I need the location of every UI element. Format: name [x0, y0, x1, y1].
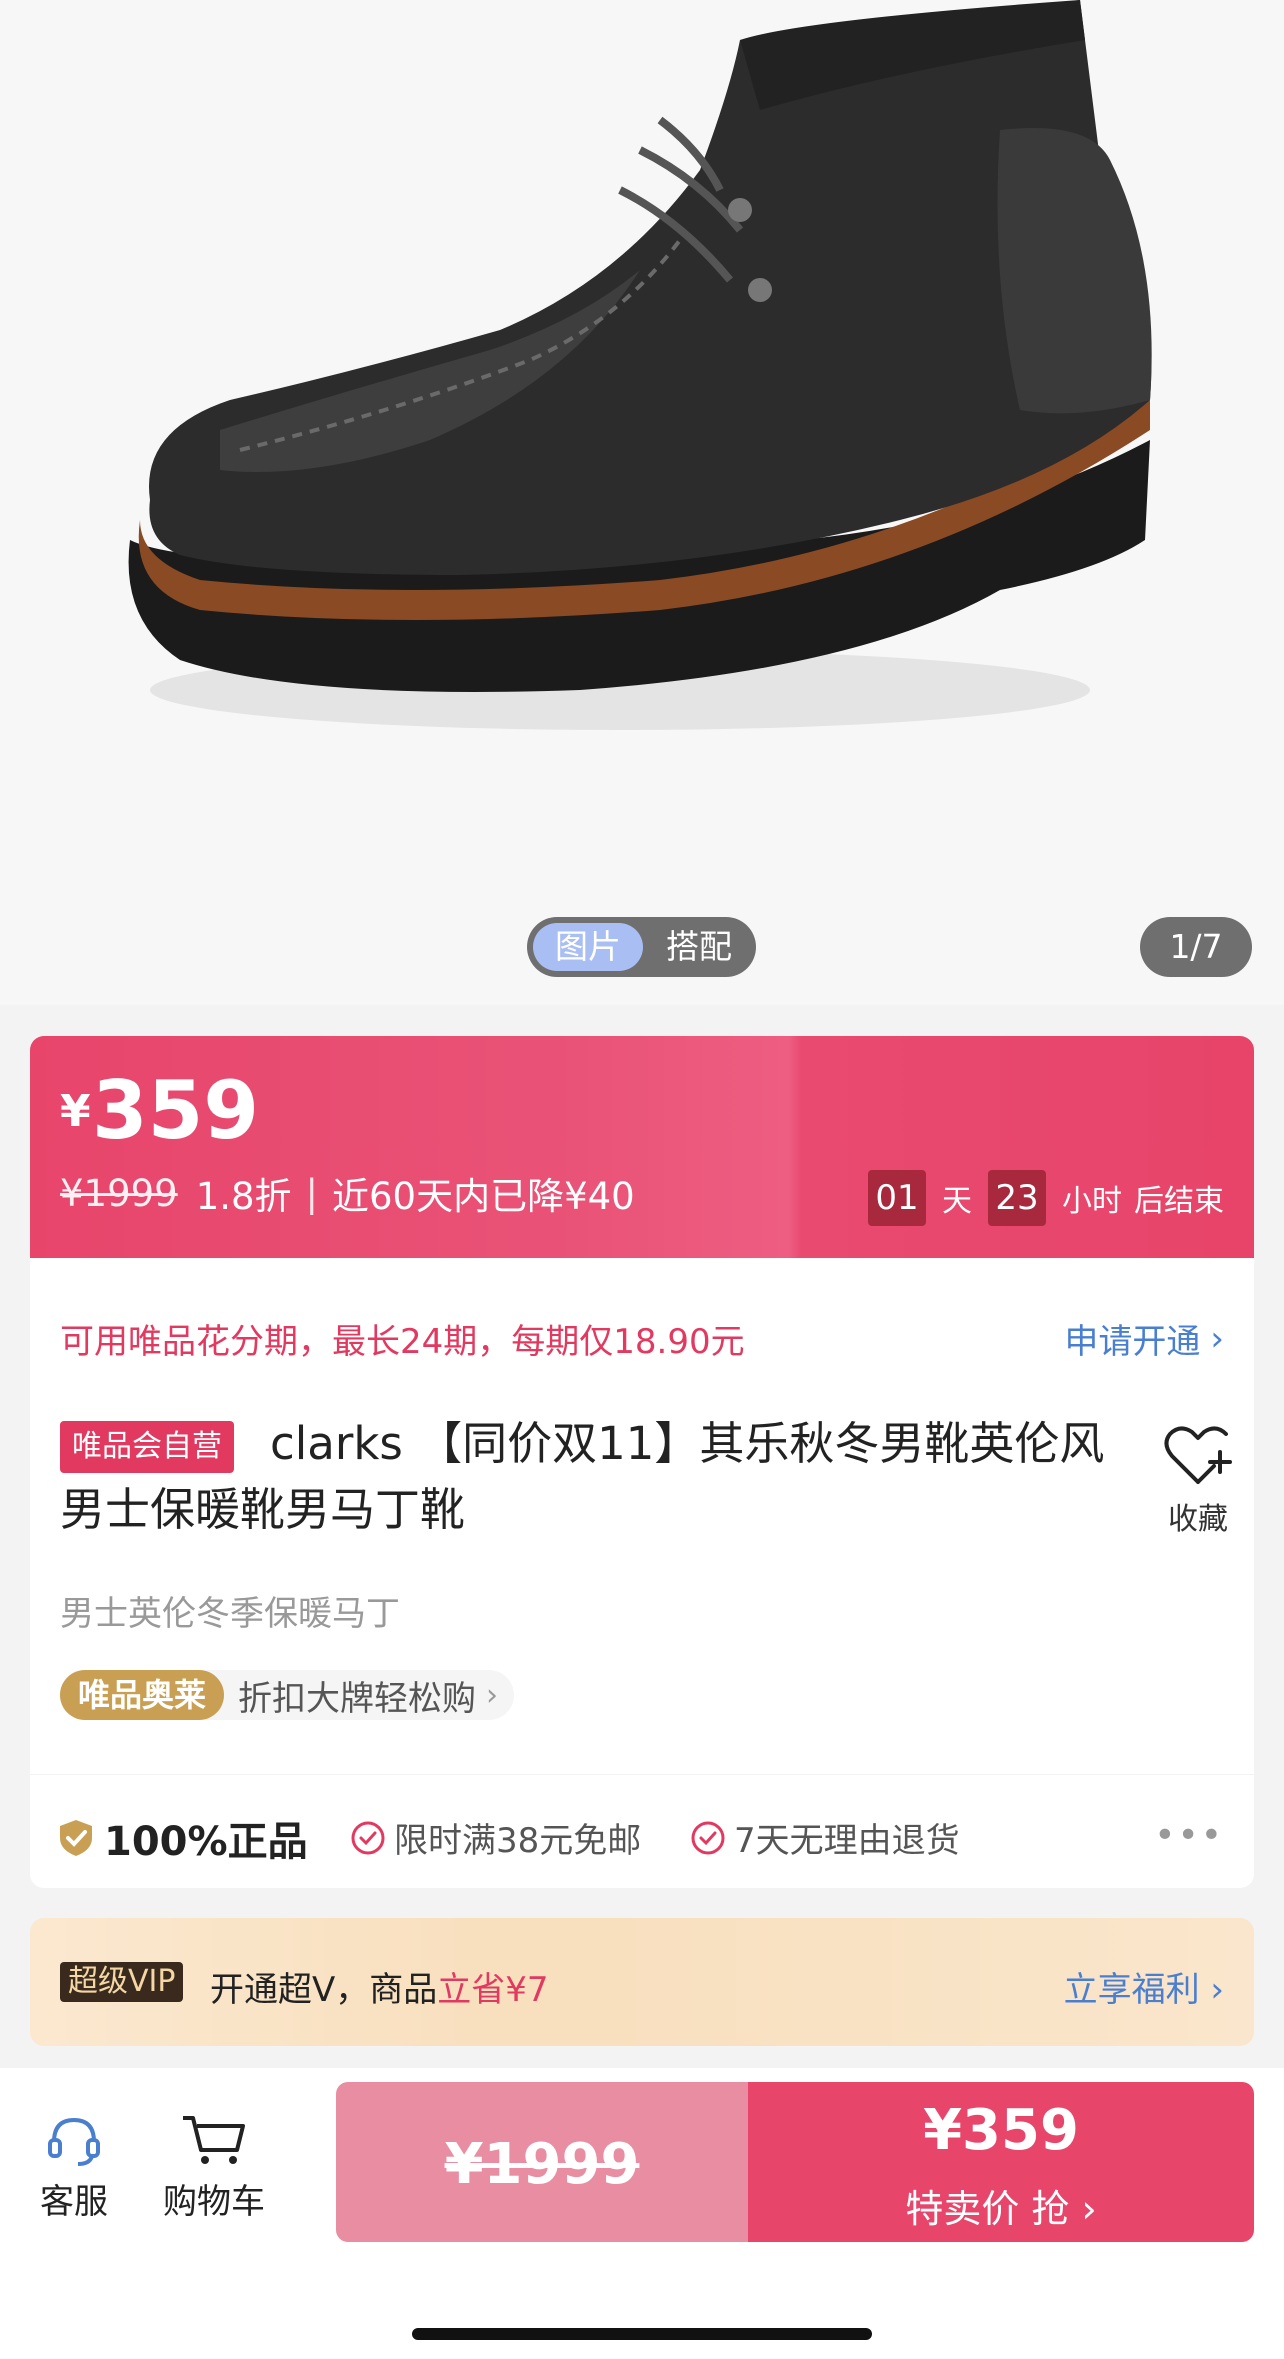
chevron-right-icon: ›: [486, 1677, 499, 1713]
countdown-suffix: 后结束: [1134, 1184, 1224, 1219]
price-drop-note: 近60天内已降¥40: [332, 1175, 635, 1218]
product-gallery[interactable]: 图片 搭配 1/7: [0, 0, 1284, 1005]
bottom-action-bar: 客服 购物车 ¥1999 ¥359 特卖价 抢 ›: [0, 2068, 1284, 2359]
outlet-badge: 唯品奥莱: [60, 1670, 225, 1720]
buy-now-label: 特卖价 抢 ›: [905, 2187, 1097, 2231]
home-indicator: [412, 2328, 872, 2340]
current-price: 359: [92, 1064, 259, 1157]
product-subtitle: 男士英伦冬季保暖马丁: [60, 1594, 400, 1634]
self-operated-badge: 唯品会自营: [60, 1421, 234, 1473]
cart-label: 购物车: [163, 2182, 265, 2222]
genuine-guarantee: 100%正品: [58, 1809, 308, 1867]
check-circle-icon: [351, 1821, 385, 1854]
vip-promo-bar[interactable]: 超级VIP 开通超V，商品立省¥7 立享福利 ›: [30, 1918, 1254, 2046]
product-image: [128, 0, 1152, 730]
customer-service-button[interactable]: 客服: [14, 2112, 134, 2223]
apply-installment-link[interactable]: 申请开通 ›: [1064, 1314, 1224, 1363]
buy-now-button[interactable]: ¥359 特卖价 抢 ›: [748, 2082, 1254, 2242]
vip-savings: 立省¥7: [437, 1970, 549, 2010]
tab-outfits[interactable]: 搭配: [647, 923, 751, 971]
vip-promo-text: 开通超V，商品立省¥7: [210, 1962, 549, 2011]
apply-installment-label: 申请开通: [1064, 1322, 1201, 1362]
free-shipping-guarantee: 限时满38元免邮: [350, 1813, 641, 1862]
more-icon[interactable]: •••: [1154, 1815, 1224, 1856]
original-price-button-label: ¥1999: [444, 2132, 640, 2197]
super-vip-badge: 超级VIP: [60, 1962, 184, 2002]
image-counter: 1/7: [1140, 917, 1252, 977]
shield-check-icon: [60, 1820, 92, 1856]
price-separator: |: [305, 1171, 319, 1215]
returns-text: 7天无理由退货: [734, 1821, 960, 1861]
chevron-right-icon: ›: [1210, 1318, 1224, 1359]
guarantee-row[interactable]: 100%正品 限时满38元免邮 7天无理由退货 •••: [30, 1774, 1254, 1888]
favorite-label: 收藏: [1168, 1502, 1228, 1537]
genuine-text: 100%正品: [104, 1819, 308, 1865]
installment-info: 可用唯品花分期，最长24期，每期仅18.90元: [60, 1322, 745, 1362]
cart-icon: [183, 2116, 245, 2164]
countdown-days: 01: [868, 1170, 926, 1226]
favorite-button[interactable]: 收藏: [1138, 1422, 1254, 1538]
countdown-hours: 23: [988, 1170, 1046, 1226]
original-price-button[interactable]: ¥1999: [336, 2082, 748, 2242]
price-banner: ¥ 359 ¥1999 1.8折 | 近60天内已降¥40 01 天 23 小时…: [30, 1036, 1254, 1258]
cart-button[interactable]: 购物车: [154, 2112, 274, 2223]
vip-promo-lead: 开通超V，商品: [210, 1970, 438, 2010]
currency-symbol: ¥: [60, 1086, 91, 1137]
vip-benefits-link[interactable]: 立享福利 ›: [1064, 1962, 1224, 2011]
tab-photos[interactable]: 图片: [533, 923, 643, 971]
check-circle-icon: [691, 1821, 725, 1854]
discount-rate: 1.8折: [195, 1175, 292, 1218]
countdown-hours-unit: 小时: [1062, 1184, 1122, 1219]
countdown-timer: 01 天 23 小时 后结束: [868, 1170, 1224, 1226]
outlet-text: 折扣大牌轻松购: [238, 1678, 477, 1719]
purchase-buttons: ¥1999 ¥359 特卖价 抢 ›: [336, 2082, 1254, 2242]
outlet-promo-tag[interactable]: 唯品奥莱 折扣大牌轻松购 ›: [60, 1670, 515, 1720]
countdown-days-unit: 天: [942, 1184, 972, 1219]
heart-plus-icon: [1164, 1426, 1232, 1484]
original-price: ¥1999: [60, 1171, 178, 1215]
product-info-card: ¥ 359 ¥1999 1.8折 | 近60天内已降¥40 01 天 23 小时…: [30, 1036, 1254, 1888]
headset-icon: [48, 2117, 100, 2166]
customer-service-label: 客服: [40, 2182, 108, 2222]
price-detail-line: ¥1999 1.8折 | 近60天内已降¥40: [60, 1168, 635, 1219]
gallery-toggle: 图片 搭配: [527, 917, 756, 977]
returns-guarantee: 7天无理由退货: [690, 1813, 960, 1862]
free-shipping-text: 限时满38元免邮: [394, 1821, 642, 1861]
sale-price: ¥359: [923, 2098, 1079, 2163]
